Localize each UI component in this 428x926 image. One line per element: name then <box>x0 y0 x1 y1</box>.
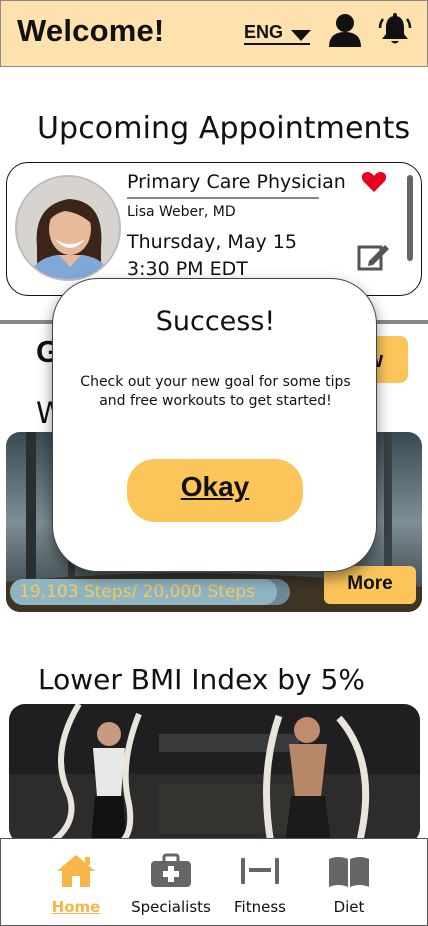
appointment-time: 3:30 PM EDT <box>127 258 248 280</box>
chevron-down-icon[interactable] <box>291 29 311 47</box>
doctor-avatar <box>15 175 121 281</box>
heart-icon[interactable] <box>361 171 387 198</box>
appointment-date: Thursday, May 15 <box>127 231 297 253</box>
nav-fitness-label: Fitness <box>234 898 286 916</box>
bottom-navigation: Home Specialists Fitness Diet <box>0 838 428 926</box>
appointment-card[interactable]: Primary Care Physician Lisa Weber, MD Th… <box>6 162 422 296</box>
bell-icon[interactable] <box>377 12 413 53</box>
welcome-title: Welcome! <box>17 13 165 48</box>
nav-specialists[interactable]: Specialists <box>121 839 221 926</box>
more-button-label: More <box>347 573 393 594</box>
success-dialog: Success! Check out your new goal for som… <box>52 278 377 572</box>
doctor-name: Lisa Weber, MD <box>127 204 236 220</box>
app-header: Welcome! ENG <box>0 0 428 67</box>
nav-specialists-label: Specialists <box>131 898 211 916</box>
nav-diet[interactable]: Diet <box>299 839 399 926</box>
nav-fitness[interactable]: Fitness <box>210 839 310 926</box>
bmi-goal-card[interactable] <box>9 704 420 844</box>
dialog-title: Success! <box>155 306 276 337</box>
more-button[interactable]: More <box>324 566 416 604</box>
bmi-goal-title: Lower BMI Index by 5% <box>38 663 365 696</box>
home-screen: Welcome! ENG Upcoming Appointments Prima… <box>0 0 428 926</box>
appointment-type: Primary Care Physician <box>127 171 346 193</box>
home-icon <box>26 853 126 894</box>
card-scrollbar[interactable] <box>407 175 413 261</box>
battle-ropes-workout-image <box>9 704 420 844</box>
edit-icon[interactable] <box>357 241 391 278</box>
steps-progress-bar: 19,103 Steps/ 20,000 Steps <box>10 579 290 605</box>
okay-button[interactable]: Okay <box>127 459 303 522</box>
appointment-type-underline <box>127 197 319 199</box>
appointments-title: Upcoming Appointments <box>37 111 411 146</box>
steps-progress-text: 19,103 Steps/ 20,000 Steps <box>19 582 256 602</box>
dialog-message: Check out your new goal for some tips an… <box>80 374 351 409</box>
language-select-label[interactable]: ENG <box>244 22 283 43</box>
okay-button-label: Okay <box>180 471 250 502</box>
medical-kit-icon <box>121 853 221 894</box>
nav-home-label: Home <box>51 898 101 916</box>
book-icon <box>299 853 399 894</box>
dumbbell-icon <box>210 853 310 894</box>
user-icon[interactable] <box>327 13 363 52</box>
nav-diet-label: Diet <box>333 898 365 916</box>
nav-home[interactable]: Home <box>26 839 126 926</box>
